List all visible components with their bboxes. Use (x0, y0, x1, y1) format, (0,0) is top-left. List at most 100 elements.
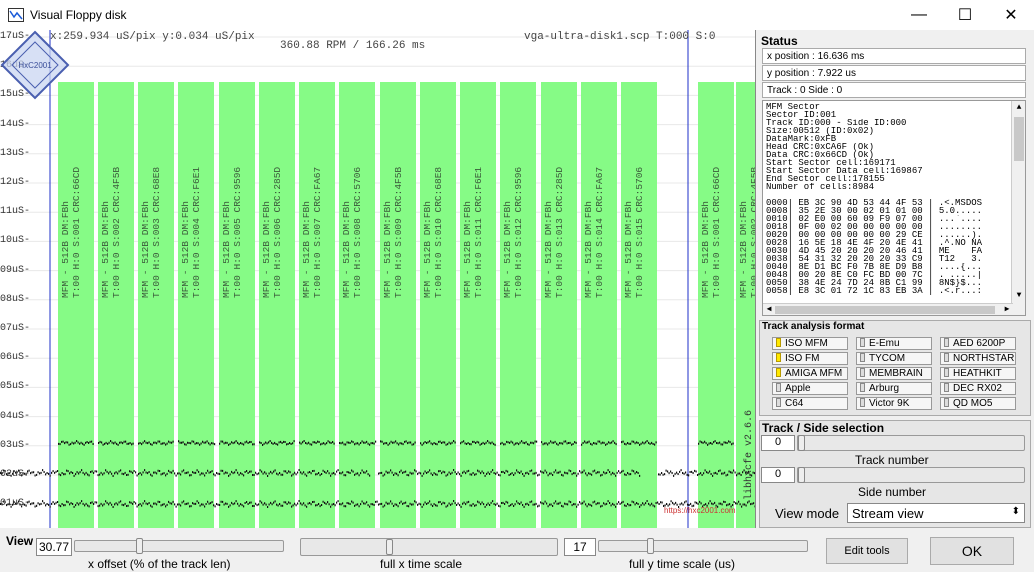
sector-label: MFM - 512B DM:FBh T:00 H:0 S:010 CRC:68E8 (422, 167, 444, 298)
x-offset-slider-thumb[interactable] (136, 538, 144, 554)
format-button-iso-fm[interactable]: ISO FM (772, 352, 848, 365)
side-slider-thumb[interactable] (798, 467, 805, 483)
format-button-tycom[interactable]: TYCOM (856, 352, 932, 365)
y-axis-label: 06uS- (0, 352, 31, 364)
right-panel: Status x position : 16.636 ms y position… (757, 30, 1034, 528)
sector-label-line2: T:00 H:0 S:001 CRC:66CD (71, 166, 82, 298)
sector-label-line2: T:00 H:0 S:004 CRC:F6E1 (191, 166, 202, 298)
sector-label-line1: MFM - 512B DM:FBh (422, 201, 433, 298)
sector-label-line2: T:00 H:0 S:013 CRC:285D (554, 166, 565, 298)
format-button-label: C64 (785, 398, 804, 409)
format-button-victor-9k[interactable]: Victor 9K (856, 397, 932, 410)
y-axis-label: 09uS- (0, 264, 31, 276)
y-position-field: y position : 7.922 us (762, 65, 1026, 81)
format-led-icon (860, 383, 865, 392)
sector-label-line1: MFM - 512B DM:FBh (543, 201, 554, 298)
version-label: libhxcfe v2.6.6 (744, 409, 755, 500)
view-mode-label: View mode (775, 506, 840, 521)
sector-label-line2: T:00 H:0 S:014 CRC:FA67 (594, 166, 605, 298)
scroll-thumb-h[interactable] (775, 306, 995, 314)
y-axis-label: 03uS- (0, 439, 31, 451)
x-offset-slider[interactable] (74, 540, 284, 552)
maximize-button[interactable]: ☐ (942, 0, 988, 30)
sector-label-line1: MFM - 512B DM:FBh (502, 201, 513, 298)
minimize-button[interactable]: — (896, 0, 942, 30)
y-time-scale-slider[interactable] (598, 540, 808, 552)
track-number-box[interactable]: 0 (761, 435, 795, 451)
sector-label-line1: MFM - 512B DM:FBh (301, 201, 312, 298)
close-button[interactable]: ✕ (988, 0, 1034, 30)
info-horizontal-scrollbar[interactable]: ◀ ▶ (763, 303, 1013, 315)
format-button-aed-6200p[interactable]: AED 6200P (940, 337, 1016, 350)
y-time-scale-value[interactable]: 17 (564, 538, 596, 556)
stream-view[interactable]: 17uS-16uS-15uS-14uS-13uS-12uS-11uS-10uS-… (0, 30, 756, 528)
scroll-right-icon[interactable]: ▶ (1001, 304, 1013, 315)
x-time-scale-slider[interactable] (300, 538, 558, 556)
format-button-apple[interactable]: Apple (772, 382, 848, 395)
hex-dump-line: 0008| 35 2E 30 00 02 01 01 00 | 5.0..... (766, 207, 983, 215)
y-axis-label: 02uS- (0, 469, 31, 480)
format-led-icon (860, 398, 865, 407)
y-time-scale-thumb[interactable] (647, 538, 654, 554)
sector-label: MFM - 512B DM:FBh T:00 H:0 S:005 CRC:9596 (221, 167, 243, 298)
x-time-scale-thumb[interactable] (386, 539, 393, 555)
format-led-icon (776, 338, 781, 347)
sector-label-line1: MFM - 512B DM:FBh (583, 201, 594, 298)
info-vertical-scrollbar[interactable]: ▲ ▼ (1011, 101, 1025, 315)
hex-dump-line: 0058| E8 3C 01 72 1C 83 EB 3A | .<.r...: (766, 287, 983, 295)
format-button-membrain[interactable]: MEMBRAIN (856, 367, 932, 380)
sector-label: MFM - 512B DM:FBh T:00 H:0 S:011 CRC:F6E1 (462, 167, 484, 298)
file-readout: vga-ultra-disk1.scp T:000 S:0 (524, 31, 716, 43)
y-axis-label: 13uS- (0, 147, 31, 159)
sector-label-line1: MFM - 512B DM:FBh (700, 201, 711, 298)
sector-band (178, 82, 214, 528)
sector-label: MFM - 512B DM:FBh T:00 H:0 S:008 CRC:5706 (341, 167, 363, 298)
sector-label: MFM - 512B DM:FBh T:00 H:0 S:014 CRC:FA67 (583, 167, 605, 298)
hex-dump-line: 0048| 00 20 8E C0 FC BD 00 7C | . .....| (766, 271, 983, 279)
x-offset-value[interactable]: 30.77 (36, 538, 72, 556)
sector-label-line1: MFM - 512B DM:FBh (221, 201, 232, 298)
ok-button[interactable]: OK (930, 537, 1014, 565)
format-button-e-emu[interactable]: E-Emu (856, 337, 932, 350)
sector-label-line2: T:00 H:0 S:011 CRC:F6E1 (473, 166, 484, 298)
format-button-qd-mo5[interactable]: QD MO5 (940, 397, 1016, 410)
sector-band (138, 82, 174, 528)
scroll-down-icon[interactable]: ▼ (1012, 289, 1025, 303)
format-button-amiga-mfm[interactable]: AMIGA MFM (772, 367, 848, 380)
sector-band (500, 82, 536, 528)
sector-label-line2: T:00 H:0 S:008 CRC:5706 (352, 166, 363, 298)
sector-info-line: Head CRC:0xCA6F (Ok) (766, 143, 875, 151)
side-number-slider[interactable] (797, 467, 1025, 483)
status-title: Status (761, 34, 798, 48)
y-axis-label: 14uS- (0, 118, 31, 130)
scroll-thumb[interactable] (1014, 117, 1024, 161)
scroll-left-icon[interactable]: ◀ (763, 304, 775, 315)
scroll-up-icon[interactable]: ▲ (1012, 101, 1025, 115)
y-axis-label: 10uS- (0, 235, 31, 247)
format-button-arburg[interactable]: Arburg (856, 382, 932, 395)
y-axis-label: 08uS- (0, 293, 31, 305)
view-mode-select[interactable]: Stream view ⬍ (847, 503, 1025, 523)
format-button-heathkit[interactable]: HEATHKIT (940, 367, 1016, 380)
sector-band (299, 82, 335, 528)
y-axis-label: 01uS- (0, 498, 31, 510)
sector-label-line1: MFM - 512B DM:FBh (462, 201, 473, 298)
sector-label: MFM - 512B DM:FBh T:00 H:0 S:013 CRC:285D (543, 167, 565, 298)
format-button-dec-rx02[interactable]: DEC RX02 (940, 382, 1016, 395)
hex-dump-line: 0038| 54 31 32 20 20 20 33 C9 | T12 3. (766, 255, 983, 263)
track-slider-thumb[interactable] (798, 435, 805, 451)
x-offset-label: x offset (% of the track len) (88, 557, 231, 571)
format-button-c64[interactable]: C64 (772, 397, 848, 410)
sector-band (541, 82, 577, 528)
sector-label: MFM - 512B DM:FBh T:00 H:0 S:002 CRC:4F5B (100, 167, 122, 298)
format-button-iso-mfm[interactable]: ISO MFM (772, 337, 848, 350)
side-number-box[interactable]: 0 (761, 467, 795, 483)
format-button-northstar[interactable]: NORTHSTAR (940, 352, 1016, 365)
sector-info-line: DataMark:0xFB (766, 135, 837, 143)
edit-tools-button[interactable]: Edit tools (826, 538, 908, 564)
format-button-label: Arburg (869, 383, 900, 394)
sector-info-box[interactable]: MFM Sector Sector ID:001 Track ID:000 - Si… (762, 100, 1026, 316)
sector-label-line1: MFM - 512B DM:FBh (180, 201, 191, 298)
sector-label-line2: T:00 H:0 S:001 CRC:66CD (711, 166, 722, 298)
track-number-slider[interactable] (797, 435, 1025, 451)
